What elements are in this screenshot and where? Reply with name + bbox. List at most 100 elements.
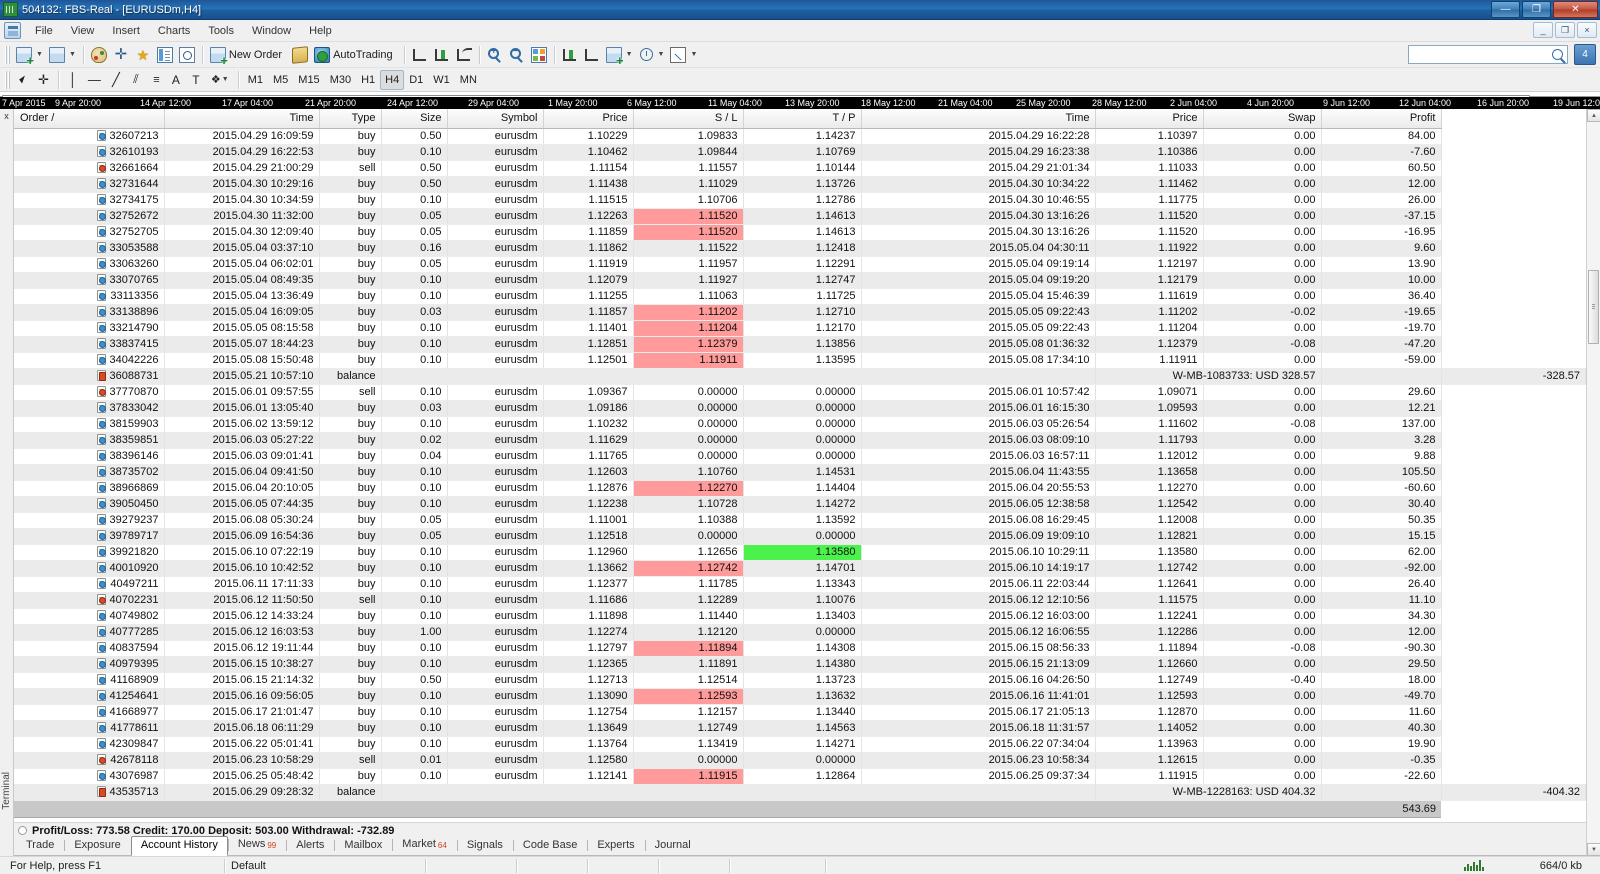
trendline-button[interactable]: ╱ bbox=[106, 70, 126, 90]
mdi-restore-button[interactable]: ❐ bbox=[1555, 22, 1575, 38]
indicators-list-button[interactable]: ▼ bbox=[603, 44, 636, 66]
bar-chart-button[interactable] bbox=[409, 44, 431, 66]
maximize-button[interactable]: ❐ bbox=[1522, 1, 1551, 18]
table-row[interactable]: 38735702 2015.06.04 09:41:50 buy 0.10 eurusd… bbox=[14, 464, 1586, 481]
table-row[interactable]: 39050450 2015.06.05 07:44:35 buy 0.10 eurusd… bbox=[14, 496, 1586, 513]
table-row[interactable]: 37770870 2015.06.01 09:57:55 sell 0.10 eurus… bbox=[14, 384, 1586, 401]
tab-experts[interactable]: Experts bbox=[587, 836, 644, 855]
history-vertical-scrollbar[interactable]: ▲ ▼ bbox=[1586, 109, 1600, 856]
table-row[interactable]: 38396146 2015.06.03 09:01:41 buy 0.04 eurusd… bbox=[14, 448, 1586, 465]
scroll-up-button[interactable]: ▲ bbox=[1587, 109, 1600, 122]
toolbar-grip[interactable] bbox=[5, 45, 10, 64]
indicators-button[interactable] bbox=[88, 44, 110, 66]
table-row[interactable]: 40777285 2015.06.12 16:03:53 buy 1.00 eurusd… bbox=[14, 624, 1586, 641]
menu-insert[interactable]: Insert bbox=[103, 22, 149, 40]
period-w1-button[interactable]: W1 bbox=[428, 70, 455, 90]
table-row[interactable]: 40497211 2015.06.11 17:11:33 buy 0.10 eurusd… bbox=[14, 576, 1586, 593]
menu-file[interactable]: File bbox=[26, 22, 62, 40]
line-chart-button[interactable] bbox=[453, 44, 475, 66]
table-row[interactable]: 32752705 2015.04.30 12:09:40 buy 0.05 eurusd… bbox=[14, 224, 1586, 241]
table-row[interactable]: 33138896 2015.05.04 16:09:05 buy 0.03 eurusd… bbox=[14, 304, 1586, 321]
tab-signals[interactable]: Signals bbox=[456, 836, 513, 855]
minimize-button[interactable]: — bbox=[1491, 1, 1520, 18]
table-row[interactable]: 32607213 2015.04.29 16:09:59 buy 0.50 eurusd… bbox=[14, 128, 1586, 145]
table-row[interactable]: 32610193 2015.04.29 16:22:53 buy 0.10 eurusd… bbox=[14, 144, 1586, 161]
column-header-open-price[interactable]: Price bbox=[543, 109, 634, 129]
text-label-button[interactable]: A bbox=[166, 70, 186, 90]
tab-alerts[interactable]: Alerts bbox=[286, 836, 334, 855]
table-row[interactable]: 32752672 2015.04.30 11:32:00 buy 0.05 eurusd… bbox=[14, 208, 1586, 225]
scroll-track[interactable] bbox=[1587, 122, 1600, 843]
table-row[interactable]: 32661664 2015.04.29 21:00:29 sell 0.50 eurus… bbox=[14, 160, 1586, 177]
table-row[interactable]: 41778611 2015.06.18 06:11:29 buy 0.10 eurusd… bbox=[14, 720, 1586, 737]
table-row[interactable]: 37833042 2015.06.01 13:05:40 buy 0.03 eurusd… bbox=[14, 400, 1586, 417]
chart-shift-button[interactable] bbox=[581, 44, 603, 66]
column-header-profit[interactable]: Profit bbox=[1321, 109, 1442, 129]
tab-news[interactable]: News 99 bbox=[227, 835, 286, 855]
table-row[interactable]: 38159903 2015.06.02 13:59:12 buy 0.10 eurusd… bbox=[14, 416, 1586, 433]
new-chart-button[interactable]: ▼ bbox=[13, 44, 46, 66]
zoom-in-button[interactable]: + bbox=[484, 44, 506, 66]
table-row[interactable]: 33053588 2015.05.04 03:37:10 buy 0.16 eurusd… bbox=[14, 240, 1586, 257]
period-h4-button[interactable]: H4 bbox=[380, 69, 405, 90]
data-window-button[interactable] bbox=[176, 44, 198, 66]
table-row[interactable]: 42309847 2015.06.22 05:01:41 buy 0.10 eurusd… bbox=[14, 736, 1586, 753]
table-row[interactable]: 32734175 2015.04.30 10:34:59 buy 0.10 eurusd… bbox=[14, 192, 1586, 209]
close-button[interactable]: ✕ bbox=[1553, 1, 1598, 18]
period-m5-button[interactable]: M5 bbox=[268, 70, 293, 90]
periods-button[interactable]: ▼ bbox=[636, 44, 668, 66]
terminal-close-icon[interactable]: x bbox=[4, 111, 9, 121]
profiles-button[interactable]: ▼ bbox=[46, 44, 79, 66]
market-watch-button[interactable] bbox=[154, 44, 176, 66]
horizontal-line-button[interactable]: — bbox=[83, 70, 106, 90]
messages-button[interactable]: 4 bbox=[1574, 44, 1596, 65]
table-row[interactable]: 39279237 2015.06.08 05:30:24 buy 0.05 eurusd… bbox=[14, 512, 1586, 529]
menu-help[interactable]: Help bbox=[300, 22, 341, 40]
menu-window[interactable]: Window bbox=[243, 22, 300, 40]
scroll-down-button[interactable]: ▼ bbox=[1587, 843, 1600, 856]
menu-view[interactable]: View bbox=[62, 22, 104, 40]
tab-trade[interactable]: Trade bbox=[16, 836, 64, 855]
mdi-minimize-button[interactable]: _ bbox=[1533, 22, 1553, 38]
period-m15-button[interactable]: M15 bbox=[293, 70, 324, 90]
column-header-close-price[interactable]: Price bbox=[1095, 109, 1204, 129]
equidistant-channel-button[interactable]: ⫽ bbox=[126, 70, 146, 90]
table-row[interactable]: 32731644 2015.04.30 10:29:16 buy 0.50 eurusd… bbox=[14, 176, 1586, 193]
table-row[interactable]: 38359851 2015.06.03 05:27:22 buy 0.02 eurusd… bbox=[14, 432, 1586, 449]
tile-windows-button[interactable] bbox=[528, 44, 550, 66]
table-row[interactable]: 39789717 2015.06.09 16:54:36 buy 0.05 eurusd… bbox=[14, 528, 1586, 545]
column-header-order[interactable]: Order / bbox=[14, 109, 165, 129]
search-input[interactable] bbox=[1408, 45, 1568, 64]
scroll-thumb[interactable] bbox=[1588, 270, 1599, 344]
column-header-open-time[interactable]: Time bbox=[164, 109, 320, 129]
table-row[interactable]: 34042226 2015.05.08 15:50:48 buy 0.10 eurusd… bbox=[14, 352, 1586, 369]
auto-scroll-button[interactable] bbox=[559, 44, 581, 66]
period-d1-button[interactable]: D1 bbox=[404, 70, 428, 90]
autotrading-button[interactable]: AutoTrading bbox=[311, 44, 400, 66]
crosshair-button[interactable]: ✛ bbox=[110, 44, 132, 66]
table-row[interactable]: 38966869 2015.06.04 20:10:05 buy 0.10 eurusd… bbox=[14, 480, 1586, 497]
period-m30-button[interactable]: M30 bbox=[325, 70, 356, 90]
period-mn-button[interactable]: MN bbox=[455, 70, 482, 90]
column-header-tp[interactable]: T / P bbox=[743, 109, 862, 129]
table-row[interactable]: 40702231 2015.06.12 11:50:50 sell 0.10 eurus… bbox=[14, 592, 1586, 609]
table-row[interactable]: 40749802 2015.06.12 14:33:24 buy 0.10 eurusd… bbox=[14, 608, 1586, 625]
tab-journal[interactable]: Journal bbox=[644, 836, 701, 855]
table-row[interactable]: 40837594 2015.06.12 19:11:44 buy 0.10 eurusd… bbox=[14, 640, 1586, 657]
tab-mailbox[interactable]: Mailbox bbox=[334, 836, 392, 855]
column-header-symbol[interactable]: Symbol bbox=[447, 109, 544, 129]
menu-tools[interactable]: Tools bbox=[199, 22, 243, 40]
zoom-out-button[interactable]: − bbox=[506, 44, 528, 66]
table-row[interactable]: 41254641 2015.06.16 09:56:05 buy 0.10 eurusd… bbox=[14, 688, 1586, 705]
table-row[interactable]: 42678118 2015.06.23 10:58:29 sell 0.01 eurus… bbox=[14, 752, 1586, 769]
column-header-close-time[interactable]: Time bbox=[861, 109, 1096, 129]
vertical-line-button[interactable]: │ bbox=[63, 70, 83, 90]
tab-exposure[interactable]: Exposure bbox=[64, 836, 130, 855]
tab-account-history[interactable]: Account History bbox=[130, 836, 228, 856]
table-row[interactable]: 33837415 2015.05.07 18:44:23 buy 0.10 eurusd… bbox=[14, 336, 1586, 353]
table-row[interactable]: 36088731 2015.05.21 10:57:10 balance W-MB-1… bbox=[14, 368, 1586, 385]
cursor-tool-button[interactable] bbox=[13, 70, 33, 90]
crosshair-tool-button[interactable]: ✛ bbox=[33, 70, 54, 90]
table-row[interactable]: 41168909 2015.06.15 21:14:32 buy 0.50 eurusd… bbox=[14, 672, 1586, 689]
toolbar-grip[interactable] bbox=[5, 70, 10, 89]
